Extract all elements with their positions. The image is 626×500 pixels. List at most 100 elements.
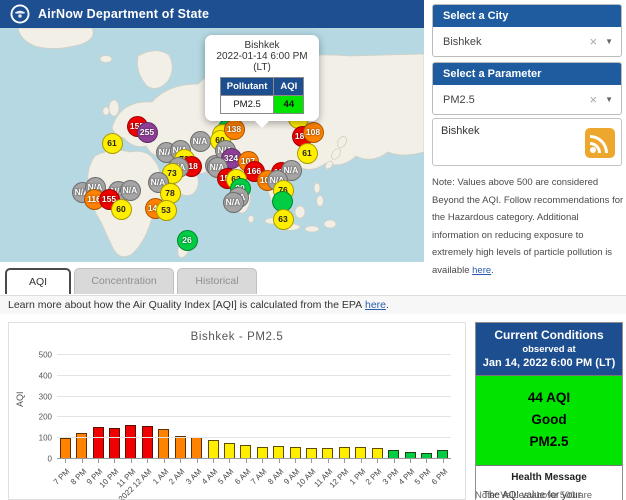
chart-bar[interactable] (224, 443, 235, 459)
note-period: . (491, 265, 494, 276)
map-marker[interactable]: N/A (190, 131, 211, 152)
chart-bar-slot (172, 355, 188, 459)
x-tick-label: 3 PM (380, 467, 400, 487)
gridline (57, 416, 451, 417)
rss-icon[interactable] (585, 128, 615, 158)
select-city-panel: Select a City Bishkek × ▼ (432, 4, 622, 57)
note-here-link[interactable]: here (472, 265, 491, 276)
chart-bar[interactable] (175, 436, 186, 459)
popup-aqi-table: Pollutant AQI PM2.5 44 (220, 77, 305, 114)
map-marker[interactable]: 138 (224, 119, 245, 140)
chart-bar[interactable] (60, 438, 71, 459)
x-tick (246, 459, 247, 463)
chart-bar-slot (254, 355, 270, 459)
select-city-header: Select a City (433, 5, 621, 27)
x-tick (377, 459, 378, 463)
x-tick-label: 4 AM (200, 467, 219, 486)
chart-bar[interactable] (240, 445, 251, 459)
footer-note: Note: Values above 500 are considered Be… (475, 489, 625, 500)
popup-aqi-value: 44 (274, 96, 304, 114)
aqi-bar-chart: Bishkek - PM2.5 AQI 7 PM8 PM9 PM10 PM11 … (8, 322, 466, 500)
chart-bar-slot (57, 355, 73, 459)
x-tick-label: 8 AM (266, 467, 285, 486)
chart-bar-slot (90, 355, 106, 459)
map-marker[interactable]: 108 (303, 122, 324, 143)
learn-more-period: . (386, 299, 389, 311)
x-tick (328, 459, 329, 463)
chart-bar[interactable] (142, 426, 153, 459)
chart-bar[interactable] (208, 440, 219, 459)
chart-bar[interactable] (93, 427, 104, 459)
chart-bar-slot (385, 355, 401, 459)
chart-bar[interactable] (109, 428, 120, 459)
chart-bar-slot (139, 355, 155, 459)
x-tick (147, 459, 148, 463)
popup-timezone: (LT) (209, 62, 315, 73)
chevron-down-icon[interactable]: ▼ (605, 37, 613, 46)
x-tick-label: 7 AM (249, 467, 268, 486)
map-marker[interactable]: N/A (223, 192, 244, 213)
chevron-down-icon[interactable]: ▼ (605, 95, 613, 104)
chart-bar-slot (303, 355, 319, 459)
airnow-page: AirNow Department of State (0, 0, 626, 500)
chart-bar-slot (238, 355, 254, 459)
x-tick (114, 459, 115, 463)
x-tick (65, 459, 66, 463)
chart-bar-slot (369, 355, 385, 459)
state-department-seal-icon (10, 4, 30, 24)
map-marker[interactable]: 61 (297, 143, 318, 164)
chart-bar-slot (336, 355, 352, 459)
note-text: Note: Values above 500 are considered Be… (432, 177, 623, 276)
y-tick-label: 300 (39, 392, 52, 401)
x-tick (295, 459, 296, 463)
clear-city-icon[interactable]: × (589, 34, 597, 49)
x-tick-label: 6 PM (430, 467, 450, 487)
epa-here-link[interactable]: here (365, 299, 386, 311)
chart-bar[interactable] (125, 425, 136, 459)
map-marker[interactable]: 63 (273, 209, 294, 230)
chart-bar-slot (205, 355, 221, 459)
map-marker[interactable]: 26 (177, 230, 198, 251)
map-marker[interactable]: N/A (120, 180, 141, 201)
popup-col-aqi: AQI (274, 78, 304, 96)
learn-more-text: Learn more about how the Air Quality Ind… (8, 299, 362, 311)
aqi-note: Note: Values above 500 are considered Be… (432, 174, 624, 279)
x-tick (311, 459, 312, 463)
x-tick-label: 8 PM (68, 467, 88, 487)
x-tick (426, 459, 427, 463)
chart-bar-slot (188, 355, 204, 459)
world-aqi-map[interactable]: 15525561N/AN/AN/A72118N/A73N/AN/A78N/AN/… (0, 28, 424, 262)
chart-bar[interactable] (191, 437, 202, 459)
chart-plot-area: 7 PM8 PM9 PM10 PM11 PM2022 12 AM1 AM2 AM… (57, 355, 451, 459)
gridline (57, 458, 451, 459)
chart-bar[interactable] (273, 446, 284, 459)
y-tick-label: 100 (39, 434, 52, 443)
y-tick-label: 200 (39, 413, 52, 422)
select-parameter-header: Select a Parameter (433, 63, 621, 85)
map-marker[interactable]: 255 (137, 122, 158, 143)
observed-at-label: observed at (480, 344, 618, 355)
y-tick-label: 400 (39, 371, 52, 380)
chart-bar-slot (123, 355, 139, 459)
current-conditions-panel: Current Conditions observed at Jan 14, 2… (475, 322, 623, 500)
chart-bar-slot (156, 355, 172, 459)
select-parameter-panel: Select a Parameter PM2.5 × ▼ (432, 62, 622, 115)
tab-concentration[interactable]: Concentration (74, 268, 174, 294)
chart-bar-slot (73, 355, 89, 459)
chart-bar-slot (402, 355, 418, 459)
map-marker[interactable]: 60 (111, 199, 132, 220)
parameter-select[interactable]: PM2.5 × ▼ (433, 85, 621, 114)
tab-historical[interactable]: Historical (177, 268, 257, 294)
x-tick (82, 459, 83, 463)
map-marker[interactable]: 53 (156, 200, 177, 221)
x-tick (229, 459, 230, 463)
aqi-pollutant: PM2.5 (480, 434, 618, 449)
aqi-value: 44 AQI (480, 390, 618, 405)
chart-bar-slot (435, 355, 451, 459)
tab-aqi[interactable]: AQI (5, 268, 71, 294)
map-marker[interactable]: 61 (102, 133, 123, 154)
city-select[interactable]: Bishkek × ▼ (433, 27, 621, 56)
chart-bar-slot (270, 355, 286, 459)
clear-parameter-icon[interactable]: × (589, 92, 597, 107)
chart-bar[interactable] (158, 429, 169, 459)
